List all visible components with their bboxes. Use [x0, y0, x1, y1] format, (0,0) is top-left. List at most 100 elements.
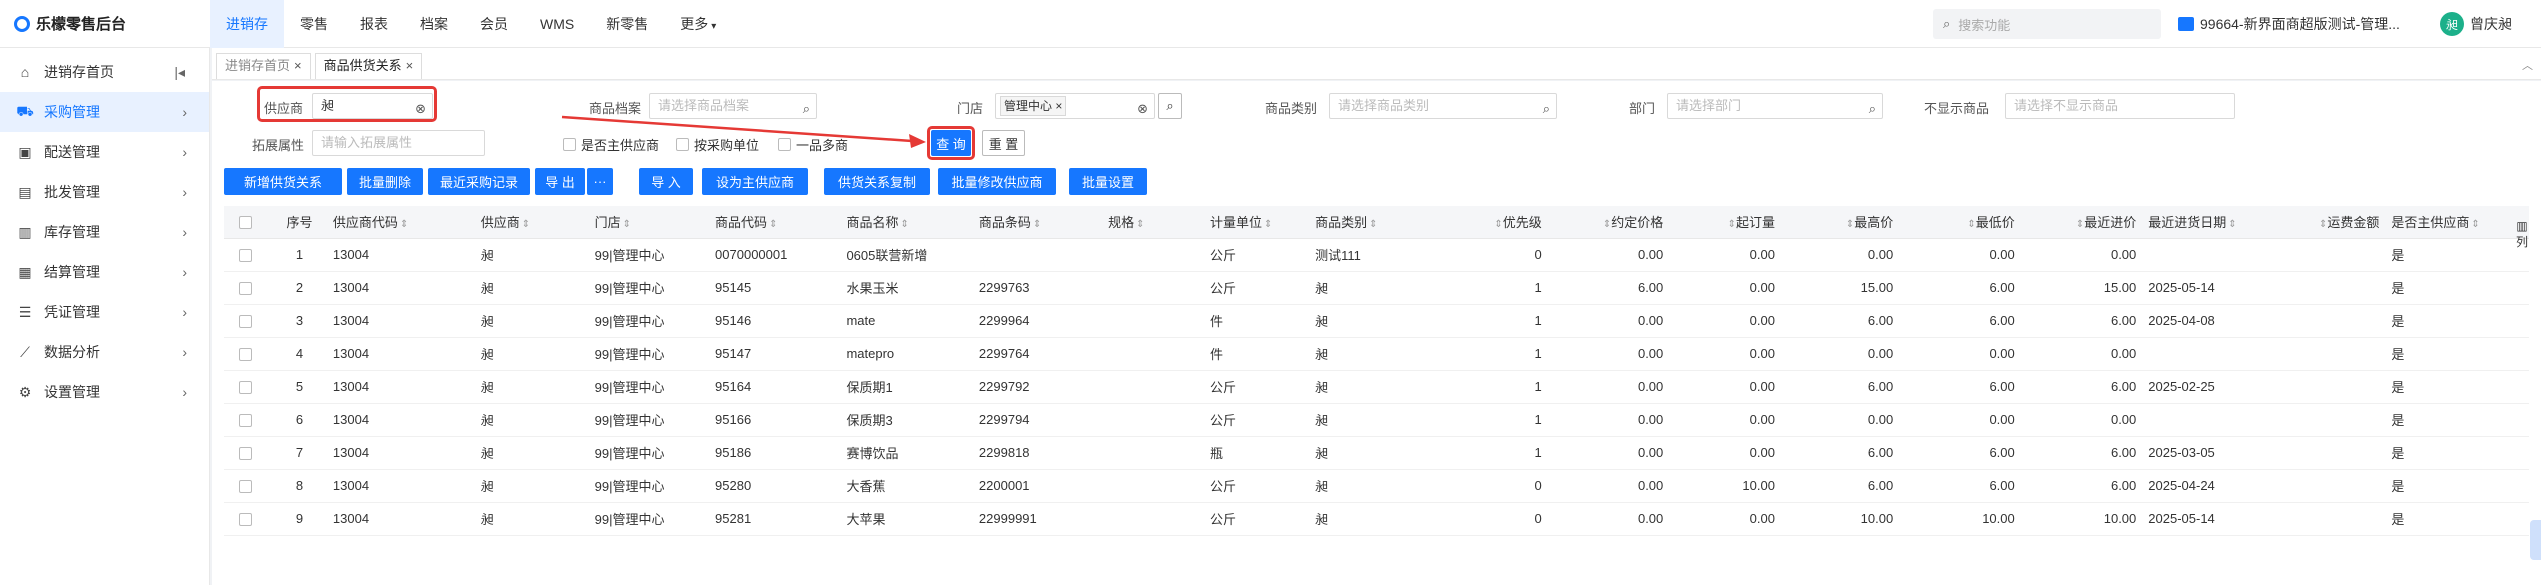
row-checkbox[interactable] — [224, 337, 273, 371]
col-header-barcode[interactable]: 商品条码 ⇕ — [972, 206, 1103, 239]
store-selector[interactable]: 99664-新界面商超版测试-管理... — [2178, 0, 2400, 48]
row-checkbox[interactable] — [224, 238, 273, 272]
category-input[interactable]: 请选择商品类别 ⌕ — [1329, 93, 1557, 119]
table-row[interactable]: 8 13004 昶 99|管理中心 95280 大香蕉 2200001 公斤昶 0 0.00 10.… — [224, 469, 2529, 503]
topnav-members[interactable]: 会员 — [464, 0, 524, 48]
sidebar-item-voucher[interactable]: ☰ 凭证管理 › — [0, 292, 209, 332]
batch-modify-supplier-button[interactable]: 批量修改供应商 — [938, 168, 1056, 195]
clear-icon[interactable]: ⊗ — [1137, 97, 1148, 121]
topnav-archives[interactable]: 档案 — [404, 0, 464, 48]
table-row[interactable]: 2 13004 昶 99|管理中心 95145 水果玉米 2299763 公斤昶 1 6.00 0.… — [224, 271, 2529, 305]
close-icon[interactable]: × — [294, 58, 302, 73]
import-button[interactable]: 导 入 — [639, 168, 693, 195]
add-supply-relation-button[interactable]: 新增供货关系 — [224, 168, 342, 195]
table-row[interactable]: 3 13004 昶 99|管理中心 95146 mate 2299964 件昶 1 0.00 0.0… — [224, 304, 2529, 338]
batch-delete-button[interactable]: 批量删除 — [347, 168, 423, 195]
cell-agreed-price: 6.00 — [1547, 271, 1670, 305]
row-checkbox[interactable] — [224, 370, 273, 404]
cell-spec — [1102, 238, 1204, 272]
col-header-freight[interactable]: ⇕运费金额 — [2260, 206, 2386, 239]
row-checkbox[interactable] — [224, 502, 273, 536]
col-header-store[interactable]: 门店 ⇕ — [588, 206, 710, 239]
close-icon[interactable]: × — [1055, 99, 1062, 113]
topnav-new-retail[interactable]: 新零售 — [590, 0, 664, 48]
table-row[interactable]: 5 13004 昶 99|管理中心 95164 保质期1 2299792 公斤昶 1 0.00 0.… — [224, 370, 2529, 404]
col-header-agreed-price[interactable]: ⇕约定价格 — [1547, 206, 1670, 239]
set-main-supplier-button[interactable]: 设为主供应商 — [702, 168, 808, 195]
search-icon[interactable]: ⌕ — [1543, 97, 1550, 121]
tab-supply-relation[interactable]: 商品供货关系 × — [314, 53, 423, 79]
col-header-recent-date[interactable]: 最近进货日期 ⇕ — [2142, 206, 2261, 239]
table-row[interactable]: 9 13004 昶 99|管理中心 95281 大苹果 22999991 公斤昶 0 0.00 0.… — [224, 502, 2529, 536]
sidebar-item-settlement[interactable]: ▦ 结算管理 › — [0, 252, 209, 292]
sidebar-item-purchase[interactable]: ⛟ 采购管理 › — [0, 92, 209, 132]
sidebar-item-delivery[interactable]: ▣ 配送管理 › — [0, 132, 209, 172]
col-header-min-price[interactable]: ⇕最低价 — [1899, 206, 2021, 239]
reset-button[interactable]: 重 置 — [982, 130, 1025, 156]
cell-supplier-code: 13004 — [326, 304, 475, 338]
search-icon[interactable]: ⌕ — [1869, 97, 1876, 121]
batch-settings-button[interactable]: 批量设置 — [1069, 168, 1147, 195]
cell-min-price: 6.00 — [1899, 271, 2021, 305]
store-input[interactable]: 管理中心 × ⊗ — [995, 93, 1155, 119]
wholesale-icon: ▤ — [18, 183, 32, 200]
table-row[interactable]: 7 13004 昶 99|管理中心 95186 赛博饮品 2299818 瓶昶 1 0.00 0.0… — [224, 436, 2529, 470]
collapse-sidebar-icon[interactable]: |◂ — [174, 64, 185, 81]
cell-min-price: 10.00 — [1899, 502, 2021, 536]
col-header-priority[interactable]: ⇕优先级 — [1429, 206, 1548, 239]
sidebar-item-analytics[interactable]: ⟋ 数据分析 › — [0, 332, 209, 372]
sidebar-item-home[interactable]: ⌂ 进销存首页 |◂ — [0, 52, 209, 92]
row-checkbox[interactable] — [224, 271, 273, 305]
function-search-input[interactable]: ⌕ 搜索功能 — [1933, 9, 2161, 39]
col-header-product-code[interactable]: 商品代码 ⇕ — [709, 206, 841, 239]
table-row[interactable]: 4 13004 昶 99|管理中心 95147 matepro 2299764 件昶 1 0.00… — [224, 337, 2529, 371]
col-header-product-name[interactable]: 商品名称 ⇕ — [840, 206, 973, 239]
cell-product-code: 95186 — [709, 436, 841, 470]
store-search-button[interactable]: ⌕ — [1158, 93, 1182, 119]
row-checkbox[interactable] — [224, 403, 273, 437]
cell-freight — [2260, 502, 2386, 536]
sidebar-item-settings[interactable]: ⚙ 设置管理 › — [0, 372, 209, 412]
topnav-more[interactable]: 更多 ▾ — [664, 0, 732, 48]
close-icon[interactable]: × — [406, 58, 414, 73]
row-checkbox[interactable] — [224, 469, 273, 503]
dept-input[interactable]: 请选择部门 ⌕ — [1667, 93, 1883, 119]
recent-purchase-button[interactable]: 最近采购记录 — [428, 168, 530, 195]
tab-home[interactable]: 进销存首页 × — [216, 53, 311, 79]
copy-supply-relation-button[interactable]: 供货关系复制 — [824, 168, 930, 195]
export-more-button[interactable]: ··· — [587, 168, 613, 195]
select-all-checkbox[interactable] — [224, 206, 273, 239]
col-header-category[interactable]: 商品类别 ⇕ — [1309, 206, 1430, 239]
hide-products-input[interactable]: 请选择不显示商品 — [2005, 93, 2235, 119]
cell-freight — [2260, 436, 2386, 470]
col-header-supplier[interactable]: 供应商 ⇕ — [474, 206, 589, 239]
topnav-reports[interactable]: 报表 — [344, 0, 404, 48]
col-header-supplier-code[interactable]: 供应商代码 ⇕ — [326, 206, 475, 239]
col-header-max-price[interactable]: ⇕最高价 — [1780, 206, 1900, 239]
table-row[interactable]: 6 13004 昶 99|管理中心 95166 保质期3 2299794 公斤昶 1 0.00 0.… — [224, 403, 2529, 437]
col-header-recent-price[interactable]: ⇕最近进价 — [2020, 206, 2143, 239]
topnav-wms[interactable]: WMS — [524, 0, 590, 48]
col-header-unit[interactable]: 计量单位 ⇕ — [1203, 206, 1310, 239]
sidebar-item-inventory[interactable]: ▥ 库存管理 › — [0, 212, 209, 252]
col-header-spec[interactable]: 规格 ⇕ — [1102, 206, 1204, 239]
topnav-retail[interactable]: 零售 — [284, 0, 344, 48]
col-header-main-supplier[interactable]: 是否主供应商 ⇕ — [2385, 206, 2529, 239]
user-menu[interactable]: 昶 曾庆昶 — [2440, 0, 2512, 48]
app-logo[interactable]: 乐檬零售后台 — [0, 13, 210, 34]
row-checkbox[interactable] — [224, 304, 273, 338]
sidebar-item-wholesale[interactable]: ▤ 批发管理 › — [0, 172, 209, 212]
cell-main-supplier: 是 — [2385, 271, 2529, 305]
table-row[interactable]: 1 13004 昶 99|管理中心 0070000001 0605联营新增 公斤 测试111 0… — [224, 238, 2529, 272]
side-drawer-handle[interactable] — [2530, 520, 2541, 560]
row-checkbox[interactable] — [224, 436, 273, 470]
cell-main-supplier: 是 — [2385, 436, 2529, 470]
col-header-min-order[interactable]: ⇕起订量 — [1669, 206, 1781, 239]
column-settings-button[interactable]: ▥ 列 — [2515, 218, 2529, 250]
cell-category: 测试111 — [1309, 238, 1430, 272]
export-button[interactable]: 导 出 — [535, 168, 585, 195]
cell-product-code: 95281 — [709, 502, 841, 536]
cell-priority: 1 — [1429, 304, 1548, 338]
topnav-jinxiaocun[interactable]: 进销存 — [210, 0, 284, 48]
chevron-up-icon[interactable]: ︿ — [2522, 57, 2533, 73]
